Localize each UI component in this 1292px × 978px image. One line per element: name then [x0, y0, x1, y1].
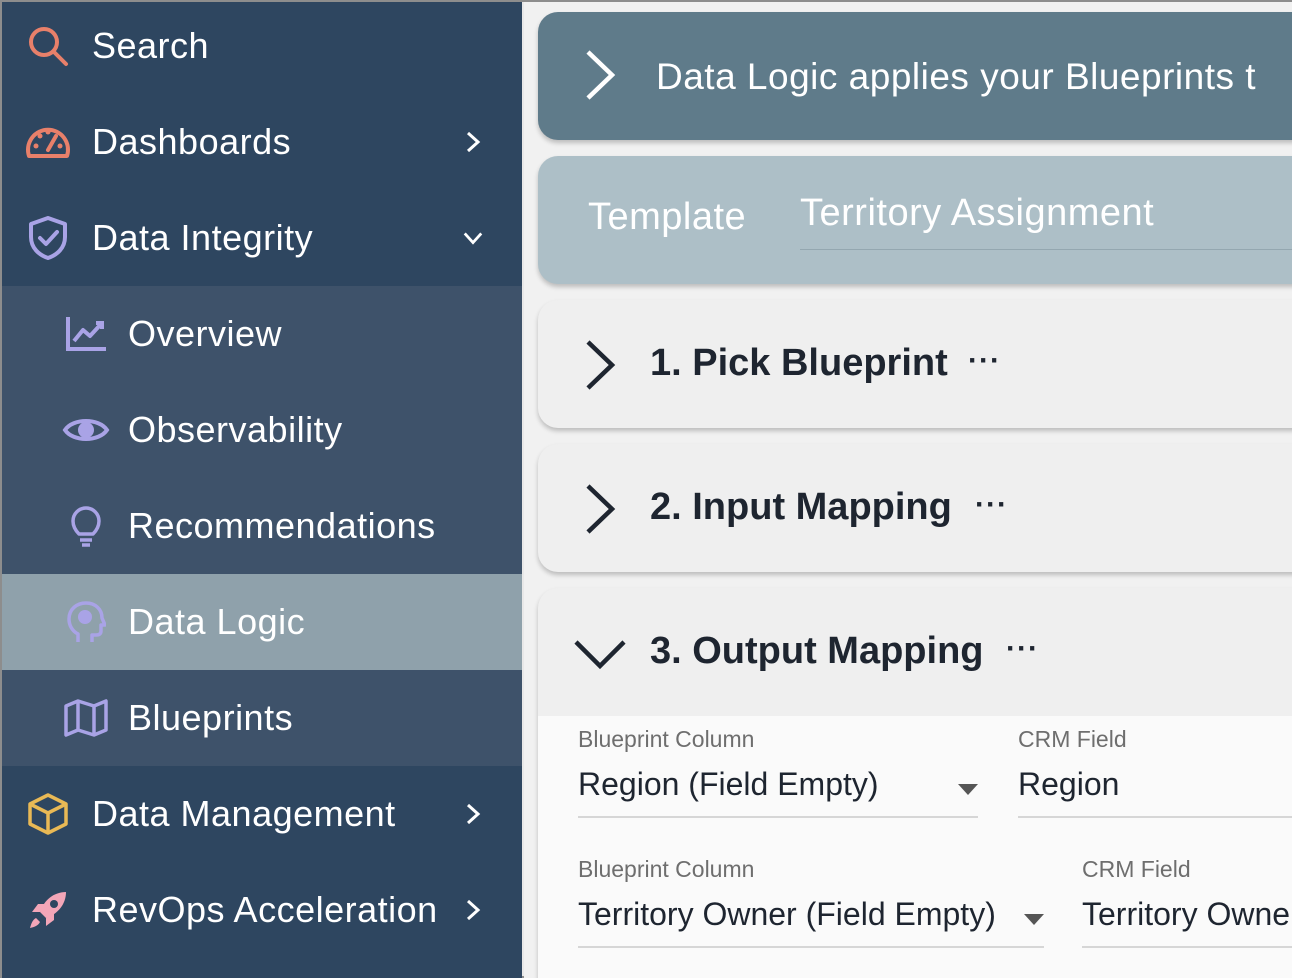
blueprint-column-value: Territory Owner (Field Empty) — [578, 896, 996, 932]
chevron-right-icon — [582, 338, 618, 397]
sidebar-item-search[interactable]: Search — [2, 0, 522, 94]
sidebar-item-label: Overview — [128, 313, 283, 354]
chevron-down-icon — [572, 636, 628, 677]
chevron-right-icon — [582, 482, 618, 541]
crm-field-select[interactable]: Territory Owne — [1082, 896, 1292, 948]
lightbulb-icon — [62, 502, 110, 550]
banner-text: Data Logic applies your Blueprints t — [656, 56, 1257, 97]
sidebar-item-label: Data Integrity — [92, 217, 314, 258]
blueprint-column-select[interactable]: Region (Field Empty) — [578, 766, 978, 818]
sidebar-item-label: Search — [92, 25, 210, 66]
rocket-icon — [24, 886, 72, 934]
blueprint-column-select[interactable]: Territory Owner (Field Empty) — [578, 896, 1044, 948]
step-title: 1. Pick Blueprint — [650, 342, 948, 384]
sidebar-item-label: RevOps Acceleration — [92, 889, 438, 930]
output-mapping-body: Blueprint Column Region (Field Empty) CR… — [538, 716, 1292, 978]
map-icon — [62, 694, 110, 742]
sidebar-item-overview[interactable]: Overview — [2, 286, 522, 382]
sidebar-item-blueprints[interactable]: Blueprints — [2, 670, 522, 766]
sidebar-item-label: Data Logic — [128, 601, 306, 642]
step-title: 3. Output Mapping — [650, 630, 984, 672]
chevron-right-icon — [462, 803, 484, 825]
chevron-down-icon — [462, 227, 484, 249]
blueprint-column-label: Blueprint Column — [578, 856, 755, 882]
template-label: Template — [588, 196, 747, 238]
sidebar-item-label: Observability — [128, 409, 343, 450]
sidebar-item-data-logic[interactable]: Data Logic — [2, 574, 522, 670]
info-banner[interactable]: Data Logic applies your Blueprints t — [538, 12, 1292, 140]
crm-field-select[interactable]: Region — [1018, 766, 1292, 818]
blueprint-column-value: Region (Field Empty) — [578, 766, 879, 802]
main-content: Data Logic applies your Blueprints t Tem… — [524, 2, 1292, 978]
sidebar: Search Dashboards Data Integrity Overvie… — [2, 2, 522, 978]
crm-field-value: Territory Owne — [1082, 896, 1291, 932]
dropdown-arrow-icon — [1024, 914, 1044, 925]
step-title: 2. Input Mapping — [650, 486, 952, 528]
sidebar-item-data-management[interactable]: Data Management — [2, 766, 522, 862]
more-options-icon[interactable]: ··· — [1006, 632, 1039, 666]
step-output-mapping[interactable]: 3. Output Mapping ··· Blueprint Column R… — [538, 588, 1292, 978]
chart-line-icon — [62, 310, 110, 358]
crm-field-label: CRM Field — [1018, 726, 1127, 752]
crm-field-value: Region — [1018, 766, 1120, 802]
sidebar-item-revops-acceleration[interactable]: RevOps Acceleration — [2, 862, 522, 958]
sidebar-item-data-integrity[interactable]: Data Integrity — [2, 190, 522, 286]
step-input-mapping[interactable]: 2. Input Mapping ··· — [538, 444, 1292, 572]
sidebar-item-label: Blueprints — [128, 697, 294, 738]
blueprint-column-label: Blueprint Column — [578, 726, 755, 752]
dropdown-arrow-icon — [958, 784, 978, 795]
chevron-right-icon — [462, 131, 484, 153]
speedometer-icon — [24, 118, 72, 166]
sidebar-item-label: Dashboards — [92, 121, 292, 162]
cube-icon — [24, 790, 72, 838]
shield-check-icon — [24, 214, 72, 262]
sidebar-item-dashboards[interactable]: Dashboards — [2, 94, 522, 190]
sidebar-item-observability[interactable]: Observability — [2, 382, 522, 478]
step-pick-blueprint[interactable]: 1. Pick Blueprint ··· — [538, 300, 1292, 428]
sidebar-item-label: Recommendations — [128, 505, 436, 546]
more-options-icon[interactable]: ··· — [975, 488, 1008, 522]
brain-head-icon — [62, 598, 110, 646]
chevron-right-icon — [582, 48, 618, 107]
eye-icon — [62, 406, 110, 454]
chevron-right-icon — [462, 899, 484, 921]
search-icon — [24, 22, 72, 70]
template-select[interactable]: Territory Assignment — [800, 192, 1292, 250]
more-options-icon[interactable]: ··· — [968, 344, 1001, 378]
template-card: Template Territory Assignment — [538, 156, 1292, 284]
crm-field-label: CRM Field — [1082, 856, 1191, 882]
sidebar-item-recommendations[interactable]: Recommendations — [2, 478, 522, 574]
sidebar-item-label: Data Management — [92, 793, 396, 834]
